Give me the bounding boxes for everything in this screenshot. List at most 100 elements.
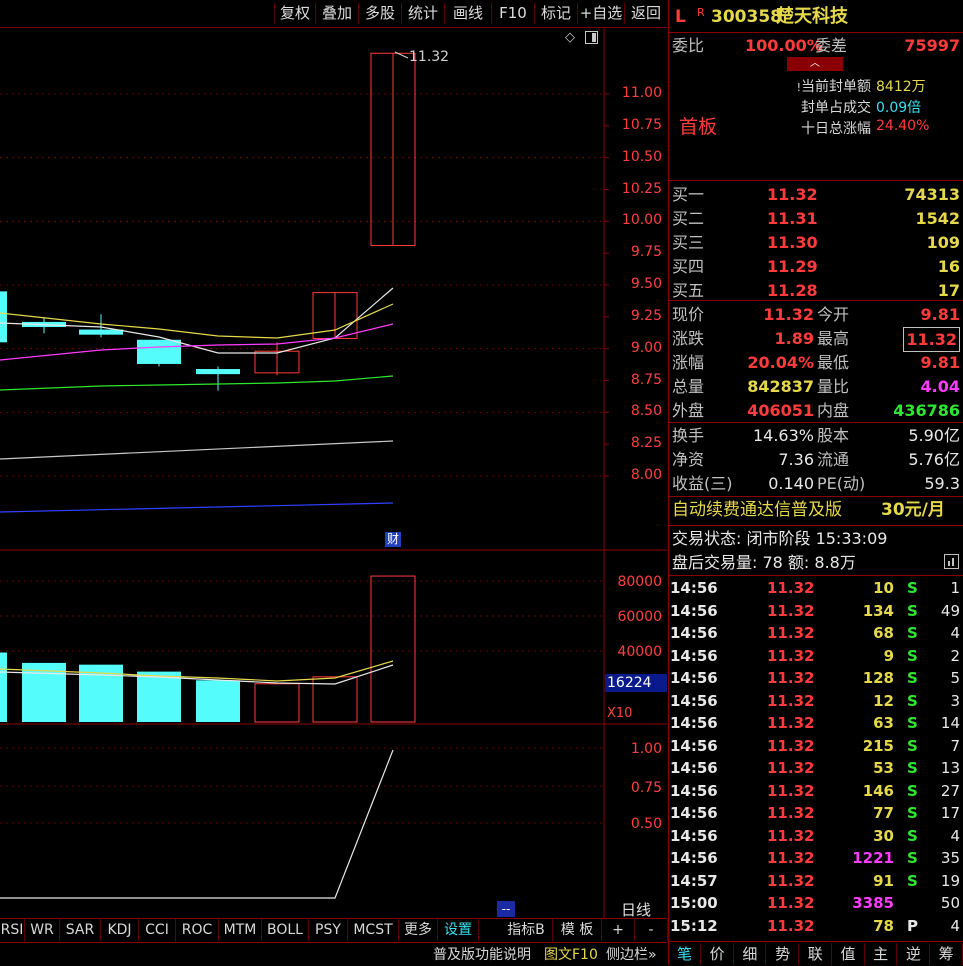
tab-psy[interactable]: PSY bbox=[309, 919, 348, 941]
tab-settings[interactable]: 设置 bbox=[438, 919, 479, 941]
tick-count: 7 bbox=[950, 736, 960, 755]
side-tab[interactable]: 笔 bbox=[669, 943, 701, 965]
bid-row[interactable]: 买二 11.31 1542 bbox=[669, 207, 963, 230]
feature-guide-link[interactable]: 普及版功能说明 bbox=[433, 944, 531, 964]
rights-r-icon: R bbox=[697, 6, 705, 19]
bid-label: 买三 bbox=[672, 233, 705, 252]
candle-body bbox=[137, 339, 181, 364]
tick-count: 3 bbox=[950, 691, 960, 710]
mark-button[interactable]: 标记 bbox=[534, 3, 577, 24]
chart-icon[interactable] bbox=[944, 554, 959, 569]
tick-time: 15:12 bbox=[670, 916, 718, 935]
side-tab[interactable]: 筹 bbox=[931, 943, 963, 965]
tick-price: 11.32 bbox=[767, 849, 815, 867]
tick-count: 4 bbox=[950, 916, 960, 935]
panel-toggle-icon[interactable] bbox=[585, 31, 598, 44]
ind-axis-label: 0.75 bbox=[630, 780, 662, 796]
sidebar-toggle-link[interactable]: 侧边栏» bbox=[606, 944, 657, 964]
price-axis-label: 9.50 bbox=[630, 276, 662, 292]
stock-code: 300358 bbox=[711, 7, 782, 27]
draw-line-button[interactable]: 画线 bbox=[444, 3, 491, 24]
current-volume-badge: 16224 bbox=[605, 674, 667, 692]
multi-stock-button[interactable]: 多股 bbox=[358, 3, 401, 24]
tick-side: S bbox=[907, 714, 918, 732]
bid-price: 11.28 bbox=[767, 281, 818, 300]
f10-button[interactable]: F10 bbox=[491, 3, 534, 24]
zoom-out-button[interactable]: - bbox=[635, 919, 668, 941]
tick-volume: 215 bbox=[862, 736, 894, 755]
stat-label: 量比 bbox=[817, 377, 850, 396]
tick-side: S bbox=[907, 669, 918, 687]
moving-average-line bbox=[0, 287, 394, 354]
overlay-button[interactable]: 叠加 bbox=[315, 3, 358, 24]
indicator-line bbox=[0, 749, 394, 899]
period-day-label[interactable]: 日线 bbox=[606, 899, 666, 920]
tick-price: 11.32 bbox=[767, 826, 815, 845]
volume-bar bbox=[370, 575, 416, 723]
tick-row: 14:56 11.32 53 S 13 bbox=[669, 757, 963, 779]
tick-count: 4 bbox=[950, 624, 960, 642]
side-tab[interactable]: 逆 bbox=[898, 943, 930, 965]
bid-row[interactable]: 买三 11.30 109 bbox=[669, 231, 963, 254]
fuquan-button[interactable]: 复权 bbox=[274, 3, 315, 24]
tab-kdj[interactable]: KDJ bbox=[101, 919, 139, 941]
price-axis-label: 11.00 bbox=[621, 85, 662, 101]
side-tab[interactable]: 值 bbox=[833, 943, 865, 965]
bid-label: 买五 bbox=[672, 281, 705, 300]
bid-row[interactable]: 买五 11.28 17 bbox=[669, 279, 963, 302]
template-button[interactable]: 模 板 bbox=[553, 919, 602, 941]
side-tab[interactable]: 价 bbox=[702, 943, 734, 965]
tenday-gain-label: 十日总涨幅 bbox=[801, 121, 871, 137]
indicator-b-button[interactable]: 指标B bbox=[500, 919, 553, 941]
scroll-left-icon[interactable]: -- bbox=[497, 901, 515, 917]
promo-text[interactable]: 自动续费通达信普及版 bbox=[672, 499, 842, 522]
tab-rsi[interactable]: RSI bbox=[0, 919, 25, 941]
side-tab[interactable]: 细 bbox=[734, 943, 767, 965]
tab-boll[interactable]: BOLL bbox=[262, 919, 309, 941]
side-tab[interactable]: 联 bbox=[800, 943, 832, 965]
tick-volume: 134 bbox=[862, 601, 894, 620]
diamond-icon[interactable]: ◇ bbox=[563, 31, 577, 45]
tab-cci[interactable]: CCI bbox=[139, 919, 176, 941]
statistics-button[interactable]: 统计 bbox=[401, 3, 444, 24]
tick-count: 2 bbox=[950, 646, 960, 665]
tick-count: 17 bbox=[940, 804, 960, 822]
stat-value: 4.04 bbox=[920, 377, 960, 396]
tab-sar[interactable]: SAR bbox=[60, 919, 101, 941]
tab-mcst[interactable]: MCST bbox=[348, 919, 399, 941]
side-tab[interactable]: 势 bbox=[767, 943, 800, 965]
tick-side: S bbox=[907, 624, 918, 642]
quote-stat-row: 涨跌 1.89 最高 11.32 bbox=[669, 327, 963, 352]
tab-more[interactable]: 更多 bbox=[399, 919, 438, 941]
bid-volume: 1542 bbox=[915, 209, 960, 228]
tick-time: 15:00 bbox=[670, 894, 718, 912]
tick-price: 11.32 bbox=[767, 894, 815, 912]
promo-price[interactable]: 30元/月 bbox=[881, 499, 945, 522]
fin-value: 5.76亿 bbox=[908, 450, 960, 469]
back-button[interactable]: 返回 bbox=[624, 3, 667, 24]
collapse-chevron-icon[interactable]: ︿ bbox=[787, 57, 843, 71]
bid-price: 11.31 bbox=[767, 209, 818, 228]
f10-graphic-link[interactable]: 图文F10 bbox=[544, 944, 598, 964]
tick-count: 19 bbox=[940, 871, 960, 890]
tab-mtm[interactable]: MTM bbox=[219, 919, 262, 941]
tab-roc[interactable]: ROC bbox=[176, 919, 219, 941]
tab-wr[interactable]: WR bbox=[25, 919, 60, 941]
bid-volume: 16 bbox=[937, 257, 960, 276]
moving-average-line bbox=[0, 502, 394, 513]
bid-row[interactable]: 买一 11.32 74313 bbox=[669, 183, 963, 206]
trade-status: 交易状态: 闭市阶段 15:33:09 bbox=[672, 529, 888, 548]
bid-row[interactable]: 买四 11.29 16 bbox=[669, 255, 963, 278]
tick-price: 11.32 bbox=[767, 871, 815, 890]
stat-value: 436786 bbox=[893, 401, 960, 420]
kline-chart[interactable] bbox=[0, 28, 667, 918]
vol-axis-label: 40000 bbox=[617, 644, 662, 660]
tick-time: 14:56 bbox=[670, 804, 718, 822]
tick-volume: 63 bbox=[873, 714, 894, 732]
add-watchlist-button[interactable]: +自选 bbox=[577, 3, 624, 24]
side-tab[interactable]: 主 bbox=[865, 943, 898, 965]
fin-value: 5.90亿 bbox=[908, 426, 960, 445]
fin-label: 换手 bbox=[672, 426, 705, 445]
finance-marker[interactable]: 财 bbox=[385, 532, 401, 547]
zoom-in-button[interactable]: + bbox=[602, 919, 635, 941]
